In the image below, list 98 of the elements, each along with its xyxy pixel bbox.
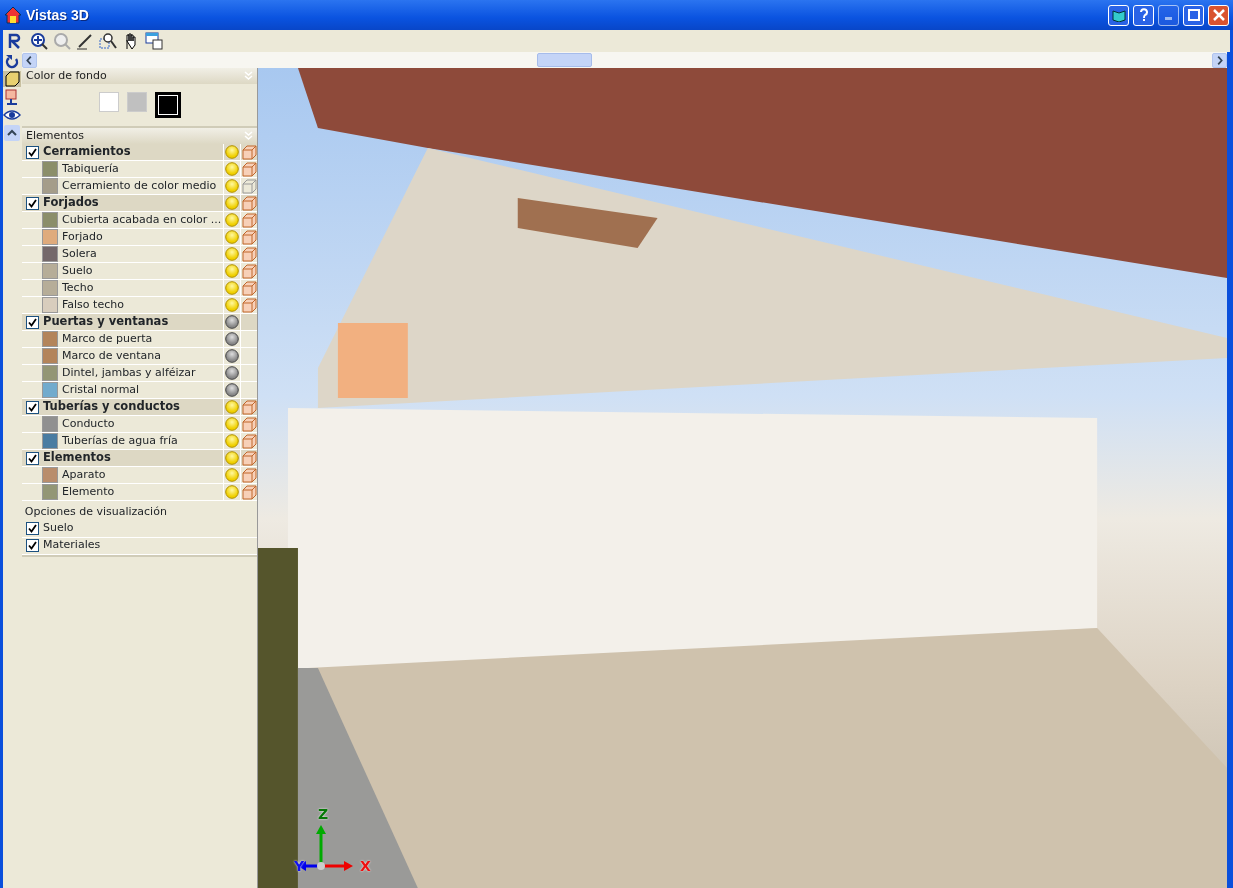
layer-label: Suelo: [62, 262, 94, 279]
scroll-right-button[interactable]: [1212, 52, 1227, 68]
collapse-button[interactable]: [3, 125, 21, 141]
solid-cube-icon[interactable]: [241, 467, 257, 483]
group-label: Tuberías y conductos: [43, 398, 181, 416]
light-off-icon[interactable]: [225, 332, 239, 346]
light-on-icon[interactable]: [225, 400, 239, 414]
light-on-icon[interactable]: [225, 213, 239, 227]
solid-cube-icon[interactable]: [241, 161, 257, 177]
help-button[interactable]: [1133, 4, 1154, 26]
group-label: Elementos: [43, 449, 112, 467]
window-title: Vistas 3D: [26, 5, 90, 25]
solid-cube-icon[interactable]: [241, 399, 257, 415]
group-label: Forjados: [43, 194, 100, 212]
light-off-icon[interactable]: [225, 366, 239, 380]
pencil-icon[interactable]: [76, 32, 94, 50]
checkbox[interactable]: [26, 315, 39, 329]
y-axis-label: Y: [294, 857, 305, 876]
layer-label: Tabiquería: [62, 160, 120, 177]
light-on-icon[interactable]: [225, 468, 239, 482]
solid-cube-icon[interactable]: [241, 416, 257, 432]
layer-label: Marco de puerta: [62, 330, 154, 347]
scrollbar-thumb[interactable]: [537, 53, 592, 67]
zoom-icon[interactable]: [53, 32, 71, 50]
light-on-icon[interactable]: [225, 162, 239, 176]
window-document-icon[interactable]: [145, 32, 163, 50]
layer-label: Aparato: [62, 466, 107, 483]
light-off-icon[interactable]: [225, 383, 239, 397]
solid-cube-icon[interactable]: [241, 144, 257, 160]
layer-label: Elemento: [62, 483, 116, 500]
solid-cube-icon[interactable]: [241, 433, 257, 449]
maximize-icon: [1187, 9, 1200, 21]
x-axis-label: X: [360, 857, 371, 876]
solid-cube-icon[interactable]: [241, 229, 257, 245]
solid-cube-icon[interactable]: [241, 263, 257, 279]
light-on-icon[interactable]: [225, 247, 239, 261]
light-on-icon[interactable]: [225, 264, 239, 278]
layer-label: Solera: [62, 245, 98, 262]
undo-arrow-icon[interactable]: [3, 53, 21, 69]
color-swatch[interactable]: [154, 92, 181, 118]
layer-label: Cubierta acabada en color ...: [62, 211, 223, 228]
checkbox[interactable]: [26, 196, 39, 210]
close-icon: [1212, 9, 1225, 21]
light-off-icon[interactable]: [225, 349, 239, 363]
checkbox[interactable]: [26, 539, 39, 552]
close-button[interactable]: [1208, 4, 1229, 26]
minimize-button[interactable]: [1158, 4, 1179, 26]
section-title: Color de fondo: [26, 68, 107, 84]
solid-cube-icon[interactable]: [241, 246, 257, 262]
light-on-icon[interactable]: [225, 417, 239, 431]
solid-cube-icon[interactable]: [241, 484, 257, 500]
solid-cube-icon[interactable]: [241, 212, 257, 228]
checkbox[interactable]: [26, 400, 39, 414]
section-title: Opciones de visualización: [23, 504, 168, 520]
light-on-icon[interactable]: [225, 298, 239, 312]
house-icon: [4, 6, 22, 24]
light-on-icon[interactable]: [225, 451, 239, 465]
wireframe-cube-icon[interactable]: [241, 178, 257, 194]
light-on-icon[interactable]: [225, 485, 239, 499]
layer-label: Dintel, jambas y alféizar: [62, 364, 197, 381]
layer-label: Falso techo: [62, 296, 125, 313]
question-mark-icon: [1138, 8, 1149, 22]
light-on-icon[interactable]: [225, 281, 239, 295]
group-label: Puertas y ventanas: [43, 313, 170, 331]
eye-icon[interactable]: [3, 107, 21, 123]
checkbox[interactable]: [26, 522, 39, 535]
solid-cube-icon[interactable]: [241, 450, 257, 466]
layer-label: Forjado: [62, 228, 104, 245]
checkbox[interactable]: [26, 451, 39, 465]
maximize-button[interactable]: [1183, 4, 1204, 26]
layer-label: Techo: [62, 279, 95, 296]
layer-label: Cerramiento de color medio: [62, 177, 218, 194]
light-on-icon[interactable]: [225, 179, 239, 193]
solid-cube-icon[interactable]: [241, 297, 257, 313]
cube-icon[interactable]: [3, 71, 21, 87]
light-on-icon[interactable]: [225, 145, 239, 159]
layer-label: Cristal normal: [62, 381, 141, 398]
solid-cube-icon[interactable]: [241, 280, 257, 296]
option-label: Materiales: [43, 537, 102, 554]
solid-cube-icon[interactable]: [241, 195, 257, 211]
light-off-icon[interactable]: [225, 315, 239, 329]
minimize-icon: [1165, 17, 1172, 20]
book-icon[interactable]: [1108, 4, 1129, 26]
zoom-window-icon[interactable]: [99, 32, 117, 50]
horizontal-scrollbar[interactable]: [22, 52, 1227, 68]
section-title: Elementos: [26, 127, 84, 144]
light-on-icon[interactable]: [225, 196, 239, 210]
layer-label: Conducto: [62, 415, 116, 432]
layer-label: Tuberías de agua fría: [62, 432, 179, 449]
z-axis-label: Z: [318, 805, 329, 824]
light-on-icon[interactable]: [225, 434, 239, 448]
scroll-left-button[interactable]: [22, 52, 37, 68]
option-label: Suelo: [43, 520, 75, 537]
layer-label: Marco de ventana: [62, 347, 163, 364]
light-on-icon[interactable]: [225, 230, 239, 244]
group-label: Cerramientos: [43, 143, 132, 161]
checkbox[interactable]: [26, 145, 39, 159]
zoom-extents-icon[interactable]: [30, 32, 48, 50]
